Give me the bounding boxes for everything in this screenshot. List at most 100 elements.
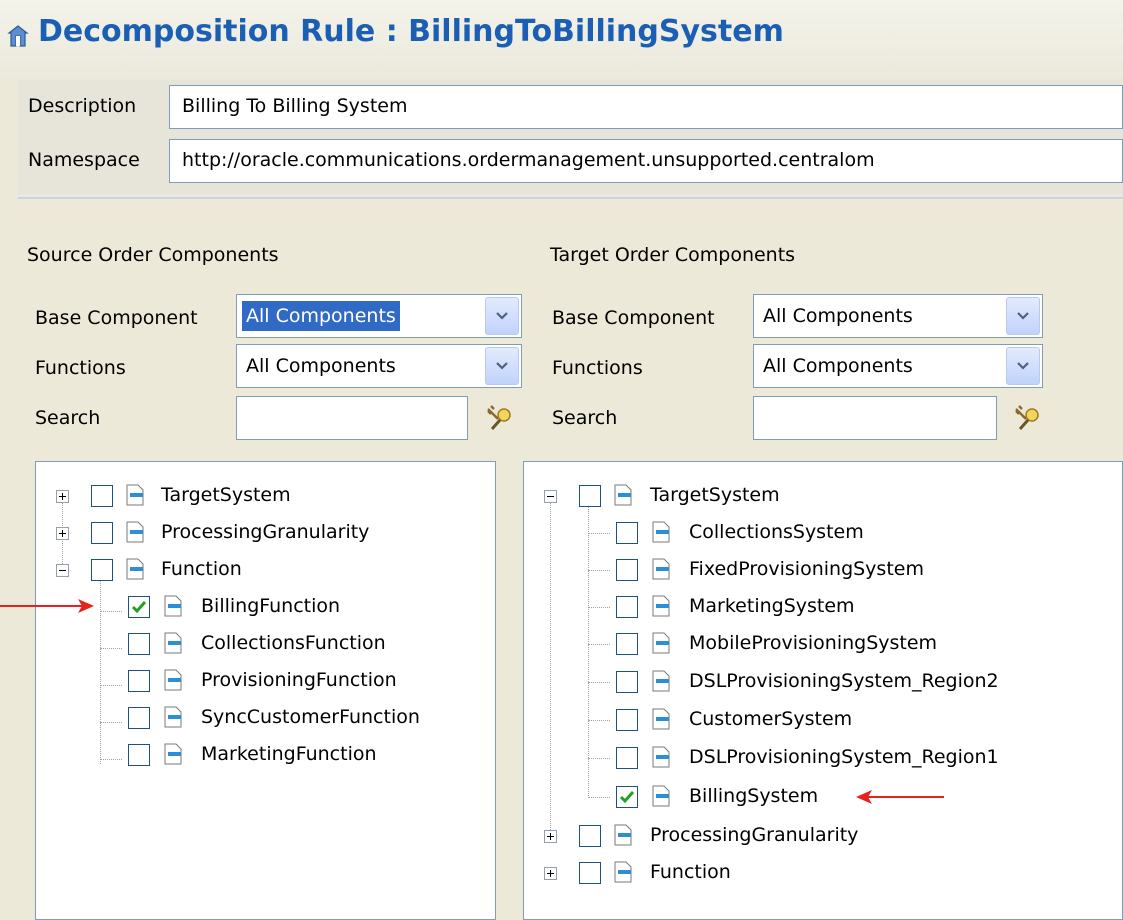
header-divider: [18, 197, 1123, 199]
annotation-arrow-icon: [0, 599, 94, 613]
chevron-down-icon[interactable]: [1006, 347, 1040, 385]
node-checkbox[interactable]: [91, 522, 113, 544]
annotation-arrow-icon: [856, 790, 944, 804]
component-icon: [164, 632, 182, 654]
node-label: CustomerSystem: [689, 708, 853, 730]
tree-node[interactable]: MarketingSystem: [524, 589, 1118, 625]
node-checkbox[interactable]: [91, 485, 113, 507]
source-base-component-select[interactable]: All Components: [236, 294, 522, 338]
target-functions-value: All Components: [763, 355, 913, 377]
description-field[interactable]: Billing To Billing System: [169, 85, 1123, 129]
tree-node[interactable]: CollectionsSystem: [524, 515, 1118, 551]
tree-node[interactable]: DSLProvisioningSystem_Region1: [524, 740, 1118, 776]
tree-node[interactable]: ProcessingGranularity: [36, 515, 491, 551]
expand-icon[interactable]: [56, 490, 69, 503]
node-checkbox[interactable]: [128, 596, 150, 618]
target-search-input[interactable]: [753, 396, 997, 440]
node-checkbox[interactable]: [579, 485, 601, 507]
collapse-icon[interactable]: [544, 490, 557, 503]
source-functions-select[interactable]: All Components: [236, 344, 522, 388]
node-checkbox[interactable]: [616, 522, 638, 544]
expand-icon[interactable]: [544, 830, 557, 843]
source-functions-value: All Components: [246, 355, 396, 377]
node-checkbox[interactable]: [616, 709, 638, 731]
tree-node[interactable]: MarketingFunction: [36, 737, 491, 773]
component-icon: [126, 484, 144, 506]
search-tool-icon[interactable]: [1012, 403, 1042, 433]
tree-node[interactable]: DSLProvisioningSystem_Region2: [524, 664, 1118, 700]
node-checkbox[interactable]: [616, 633, 638, 655]
source-base-component-value: All Components: [242, 301, 400, 331]
component-icon: [652, 746, 670, 768]
node-checkbox[interactable]: [128, 707, 150, 729]
checkmark-icon: [131, 601, 147, 614]
node-checkbox[interactable]: [579, 862, 601, 884]
tree-node[interactable]: CustomerSystem: [524, 702, 1118, 738]
search-tool-icon[interactable]: [484, 403, 514, 433]
collapse-icon[interactable]: [56, 564, 69, 577]
target-components-tree[interactable]: TargetSystem CollectionsSystem FixedProv…: [523, 461, 1123, 920]
component-icon: [164, 743, 182, 765]
tree-node[interactable]: ProvisioningFunction: [36, 663, 491, 699]
tree-node[interactable]: MobileProvisioningSystem: [524, 626, 1118, 662]
node-label: BillingFunction: [201, 595, 341, 617]
node-checkbox[interactable]: [616, 786, 638, 808]
component-icon: [652, 595, 670, 617]
target-search-label: Search: [552, 407, 618, 429]
tree-node[interactable]: TargetSystem: [36, 478, 491, 514]
node-label: FixedProvisioningSystem: [689, 558, 924, 580]
editor-header: Decomposition Rule : BillingToBillingSys…: [0, 0, 1123, 80]
node-label: ProvisioningFunction: [201, 669, 397, 691]
target-functions-label: Functions: [552, 357, 643, 379]
node-checkbox[interactable]: [91, 559, 113, 581]
node-label: CollectionsSystem: [689, 521, 864, 543]
node-checkbox[interactable]: [128, 633, 150, 655]
description-label: Description: [28, 95, 137, 117]
source-components-heading: Source Order Components: [27, 244, 279, 266]
chevron-down-icon[interactable]: [485, 347, 519, 385]
component-icon: [652, 521, 670, 543]
node-label: BillingSystem: [689, 785, 819, 807]
node-label: MobileProvisioningSystem: [689, 632, 938, 654]
source-components-tree[interactable]: TargetSystem ProcessingGranularity Funct…: [35, 461, 496, 920]
checkmark-icon: [619, 791, 635, 804]
expand-icon[interactable]: [56, 527, 69, 540]
chevron-down-icon[interactable]: [1006, 297, 1040, 335]
expand-icon[interactable]: [544, 867, 557, 880]
namespace-field[interactable]: http://oracle.communications.ordermanage…: [169, 139, 1123, 183]
node-checkbox[interactable]: [616, 596, 638, 618]
target-components-heading: Target Order Components: [550, 244, 796, 266]
node-checkbox[interactable]: [579, 825, 601, 847]
node-label: MarketingSystem: [689, 595, 855, 617]
tree-node[interactable]: SyncCustomerFunction: [36, 700, 491, 736]
chevron-down-icon[interactable]: [485, 297, 519, 335]
tree-node[interactable]: BillingFunction: [36, 589, 491, 625]
node-checkbox[interactable]: [616, 747, 638, 769]
component-icon: [652, 670, 670, 692]
source-search-input[interactable]: [236, 396, 468, 440]
target-base-component-select[interactable]: All Components: [753, 294, 1043, 338]
source-functions-label: Functions: [35, 357, 126, 379]
tree-node[interactable]: CollectionsFunction: [36, 626, 491, 662]
node-label: TargetSystem: [650, 484, 780, 506]
node-checkbox[interactable]: [616, 671, 638, 693]
tree-node[interactable]: FixedProvisioningSystem: [524, 552, 1118, 588]
tree-node[interactable]: TargetSystem: [524, 478, 1118, 514]
tree-node[interactable]: ProcessingGranularity: [524, 818, 1118, 854]
tree-node[interactable]: BillingSystem: [524, 779, 1118, 815]
node-label: Function: [650, 861, 731, 883]
node-label: ProcessingGranularity: [161, 521, 370, 543]
component-icon: [614, 861, 632, 883]
node-label: TargetSystem: [161, 484, 291, 506]
node-label: SyncCustomerFunction: [201, 706, 420, 728]
tree-node[interactable]: Function: [36, 552, 491, 588]
tree-node[interactable]: Function: [524, 855, 1118, 891]
node-checkbox[interactable]: [128, 670, 150, 692]
target-base-component-value: All Components: [763, 305, 913, 327]
target-functions-select[interactable]: All Components: [753, 344, 1043, 388]
component-icon: [614, 824, 632, 846]
source-search-label: Search: [35, 407, 101, 429]
node-checkbox[interactable]: [128, 744, 150, 766]
node-checkbox[interactable]: [616, 559, 638, 581]
component-icon: [164, 706, 182, 728]
